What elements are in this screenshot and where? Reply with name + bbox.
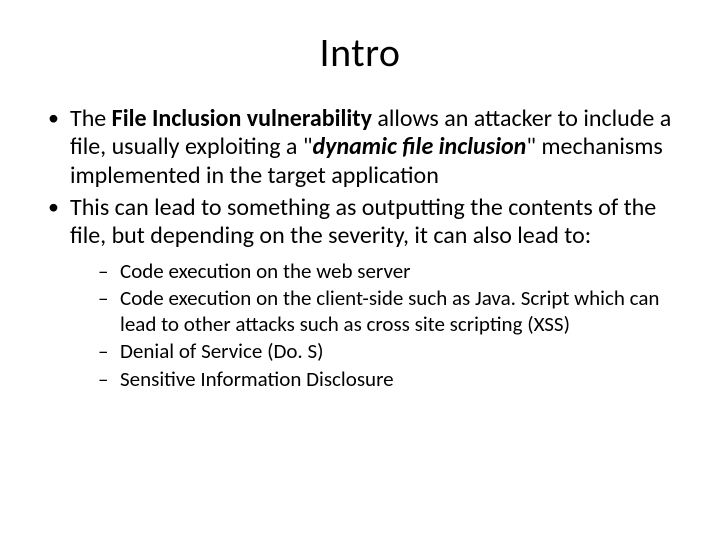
sub-bullet-item-2: Code execution on the client-side such a… — [98, 286, 676, 337]
slide: Intro The File Inclusion vulnerability a… — [0, 0, 720, 540]
sub-bullet-item-4: Sensitive Information Disclosure — [98, 367, 676, 393]
text-fragment: The — [70, 104, 112, 133]
text-fragment: This can lead to something as outputting… — [70, 193, 656, 250]
bold-italic-term-dynamic-file-inclusion: dynamic file inclusion — [312, 132, 526, 161]
sub-bullet-list: Code execution on the web server Code ex… — [70, 259, 676, 393]
bullet-list: The File Inclusion vulnerability allows … — [44, 105, 676, 393]
sub-bullet-item-3: Denial of Service (Do. S) — [98, 339, 676, 365]
sub-bullet-item-1: Code execution on the web server — [98, 259, 676, 285]
slide-title: Intro — [44, 28, 676, 77]
bullet-item-1: The File Inclusion vulnerability allows … — [44, 105, 676, 190]
bullet-item-2: This can lead to something as outputting… — [44, 194, 676, 393]
bold-term-file-inclusion: File Inclusion vulnerability — [112, 104, 372, 133]
